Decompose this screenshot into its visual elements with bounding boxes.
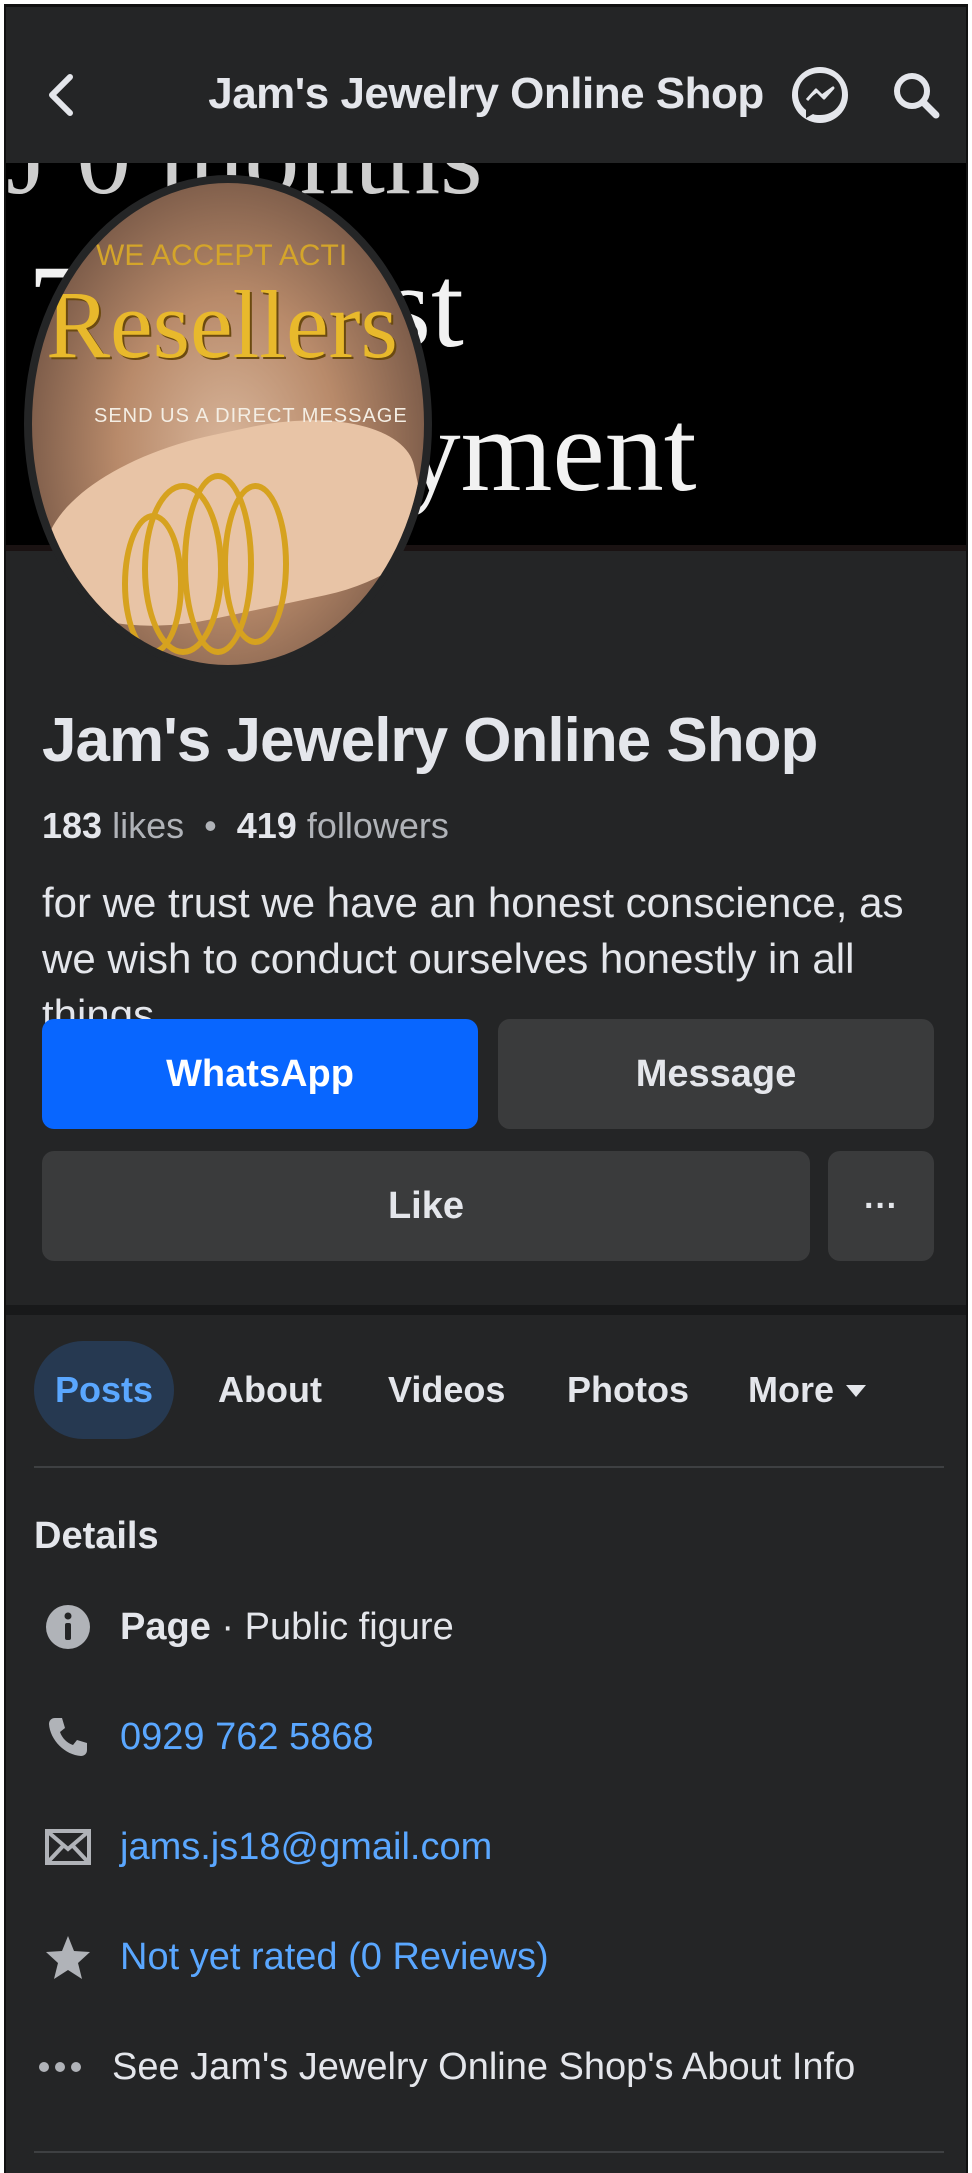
- info-icon: [42, 1601, 94, 1653]
- likes-label: likes: [112, 805, 185, 846]
- page-stats[interactable]: 183 likes • 419 followers: [42, 805, 449, 847]
- like-button[interactable]: Like: [42, 1151, 810, 1261]
- tab-videos[interactable]: Videos: [388, 1341, 505, 1439]
- category-type: Page: [120, 1605, 211, 1648]
- page-bio: for we trust we have an honest conscienc…: [42, 879, 904, 1038]
- profile-accept-text: WE ACCEPT ACTI: [96, 239, 348, 272]
- details-divider: [34, 2151, 944, 2153]
- caret-down-icon: [846, 1385, 867, 1397]
- search-button[interactable]: [890, 69, 942, 121]
- more-options-button[interactable]: ···: [828, 1151, 934, 1261]
- detail-row-rating[interactable]: Not yet rated (0 Reviews): [42, 1927, 942, 1987]
- rating-link[interactable]: Not yet rated (0 Reviews): [120, 1936, 549, 1979]
- tab-posts[interactable]: Posts: [34, 1341, 174, 1439]
- page-name: Jam's Jewelry Online Shop: [42, 706, 818, 775]
- detail-row-category: Page · Public figure: [42, 1597, 942, 1657]
- ellipsis-icon: [34, 2041, 86, 2093]
- messenger-icon: [798, 73, 842, 118]
- section-divider: [6, 1305, 966, 1315]
- category-name: · Public figure: [210, 1605, 454, 1648]
- likes-count: 183: [42, 805, 103, 846]
- profile-headline: Resellers: [46, 271, 398, 378]
- email-icon: [42, 1821, 94, 1873]
- tab-more[interactable]: More: [748, 1341, 867, 1439]
- top-bar: Jam's Jewelry Online Shop: [6, 7, 966, 163]
- tab-about[interactable]: About: [218, 1341, 322, 1439]
- star-icon: [42, 1931, 94, 1983]
- profile-subtext: SEND US A DIRECT MESSAGE: [94, 405, 408, 427]
- followers-count: 419: [236, 805, 297, 846]
- search-icon: [894, 73, 940, 119]
- whatsapp-button[interactable]: WhatsApp: [42, 1019, 478, 1129]
- detail-row-about[interactable]: See Jam's Jewelry Online Shop's About In…: [34, 2037, 934, 2097]
- tab-photos[interactable]: Photos: [567, 1341, 689, 1439]
- tabs-divider: [34, 1466, 944, 1468]
- detail-row-email[interactable]: jams.js18@gmail.com: [42, 1817, 942, 1877]
- messenger-button[interactable]: [792, 67, 848, 123]
- tab-more-label: More: [748, 1369, 835, 1410]
- followers-label: followers: [306, 805, 449, 846]
- phone-icon: [42, 1711, 94, 1763]
- details-title: Details: [34, 1515, 159, 1557]
- stats-separator: •: [204, 805, 217, 846]
- gold-chain-image: [222, 483, 289, 645]
- detail-row-phone[interactable]: 0929 762 5868: [42, 1707, 942, 1767]
- gold-chain-image: [122, 513, 184, 655]
- email-link[interactable]: jams.js18@gmail.com: [120, 1826, 492, 1869]
- message-button[interactable]: Message: [498, 1019, 934, 1129]
- app-frame: Jam's Jewelry Online Shop J 0 months 7 i…: [4, 4, 968, 2173]
- category-text: Page · Public figure: [120, 1606, 454, 1649]
- profile-picture[interactable]: WE ACCEPT ACTI Resellers SEND US A DIREC…: [24, 175, 432, 673]
- phone-link[interactable]: 0929 762 5868: [120, 1716, 374, 1759]
- about-info-link[interactable]: See Jam's Jewelry Online Shop's About In…: [112, 2046, 855, 2089]
